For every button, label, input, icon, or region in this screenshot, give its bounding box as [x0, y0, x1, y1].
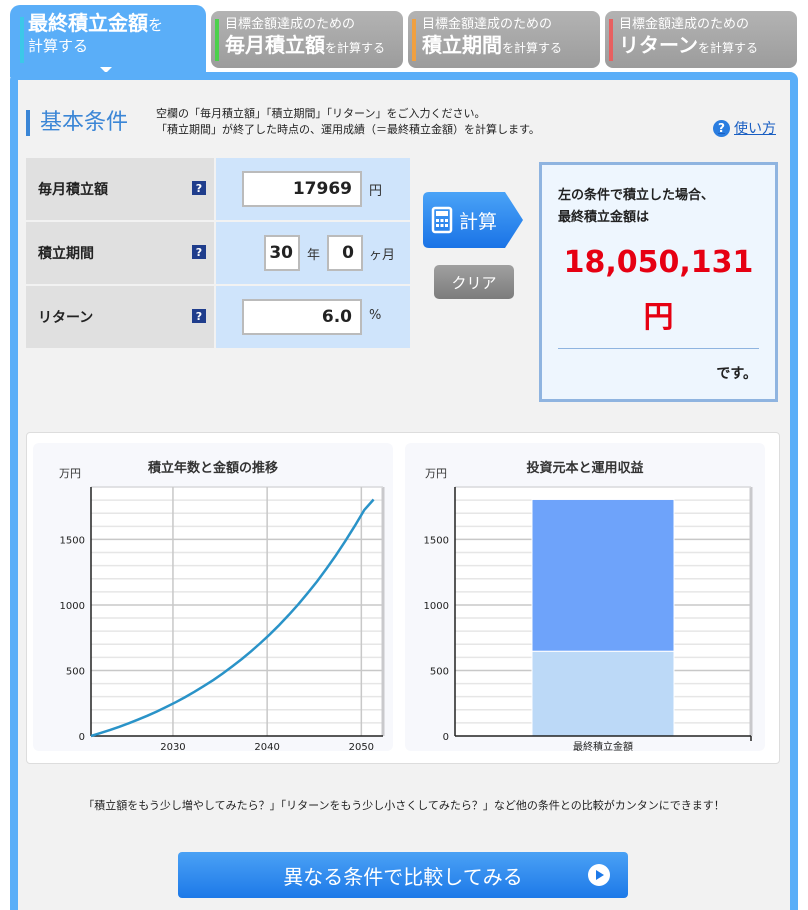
calculator-tabs: 最終積立金額を 計算する 目標金額達成のための 毎月積立額を計算する 目標金額達… — [10, 5, 800, 77]
x-category-label: 最終積立金額 — [573, 740, 633, 751]
tab-final-amount-sub: 計算する — [28, 37, 89, 55]
tab-subtitle: 目標金額達成のための — [619, 17, 750, 32]
tab-accent-bar — [609, 19, 613, 61]
help-link-label: 使い方 — [734, 121, 776, 137]
result-amount: 18,050,131 — [563, 245, 754, 280]
years-unit: 年 — [307, 248, 321, 263]
percent-unit: % — [369, 308, 382, 323]
y-tick-label: 0 — [443, 732, 449, 743]
result-divider — [558, 348, 759, 349]
x-tick-label: 2040 — [254, 742, 279, 751]
tab-period[interactable]: 目標金額達成のための 積立期間を計算する — [408, 11, 600, 68]
tab-subtitle: 目標金額達成のための — [422, 17, 553, 32]
result-caption-line: 左の条件で積立した場合、 — [558, 188, 715, 203]
period-months-input[interactable]: 0 — [327, 235, 363, 271]
help-icon[interactable]: ? — [192, 245, 206, 259]
calculate-button[interactable]: 計算 — [423, 192, 523, 248]
months-unit: ヶ月 — [369, 248, 396, 263]
tab-title: 毎月積立額を計算する — [225, 33, 386, 57]
calculate-button-label: 計算 — [459, 211, 498, 233]
charts-area: 積立年数と金額の推移 万円 0 500 1000 1500 2030 2040 2050 投… — [26, 432, 780, 764]
clear-button[interactable]: クリア — [434, 265, 514, 299]
help-icon[interactable]: ? — [192, 309, 206, 323]
plot-area — [91, 487, 383, 736]
row-monthly-amount: 毎月積立額 ? 17969 円 — [26, 158, 410, 220]
return-input[interactable]: 6.0 — [242, 299, 362, 335]
y-tick-label: 500 — [66, 666, 85, 677]
period-years-input[interactable]: 30 — [264, 235, 300, 271]
y-tick-label: 1500 — [60, 535, 85, 546]
row-return: リターン ? 6.0 % — [26, 286, 410, 348]
tab-final-amount-title: 最終積立金額を — [28, 11, 164, 35]
period-cell: 30 年 0 ヶ月 — [216, 222, 410, 284]
row-period: 積立期間 ? 30 年 0 ヶ月 — [26, 222, 410, 284]
calculator-panel: 基本条件 空欄の「毎月積立額」「積立期間」「リターン」をご入力ください。 「積立… — [10, 72, 798, 910]
return-cell: 6.0 % — [216, 286, 410, 348]
comparison-hint: 「積立額をもう少し増やしてみたら？」「リターンをもう少し小さくしてみたら？」など… — [83, 799, 725, 812]
calculator-body: 基本条件 空欄の「毎月積立額」「積立期間」「リターン」をご入力ください。 「積立… — [18, 80, 790, 910]
x-tick-label: 2050 — [349, 742, 374, 751]
description-line: 「積立期間」が終了した時点の、運用成績（＝最終積立金額）を計算します。 — [156, 123, 540, 136]
input-form: 毎月積立額 ? 17969 円 積立期間 ? 30 年 0 ヶ月 リターン ? … — [26, 158, 410, 352]
result-box: 左の条件で積立した場合、 最終積立金額は 18,050,131 円 です。 — [539, 162, 778, 402]
yen-unit: 円 — [369, 184, 383, 199]
result-caption-line: 最終積立金額は — [558, 210, 650, 225]
line-chart: 0 500 1000 1500 2030 2040 2050 — [60, 486, 385, 751]
bar-segment-earnings — [531, 498, 675, 652]
tab-accent-bar — [20, 17, 24, 63]
tab-final-amount[interactable]: 最終積立金額を 計算する — [10, 5, 206, 77]
y-tick-label: 500 — [430, 666, 449, 677]
bar-chart-panel: 投資元本と運用収益 万円 0 500 1000 1500 最終積立金額 — [405, 443, 765, 751]
result-currency: 円 — [643, 300, 674, 335]
monthly-amount-label: 毎月積立額 — [26, 158, 214, 220]
bar-segment-principal — [531, 650, 675, 737]
tab-monthly-amount[interactable]: 目標金額達成のための 毎月積立額を計算する — [211, 11, 403, 68]
help-link[interactable]: ? 使い方 — [713, 118, 776, 138]
tab-return[interactable]: 目標金額達成のための リターンを計算する — [605, 11, 797, 68]
help-icon[interactable]: ? — [192, 181, 206, 195]
y-tick-label: 1000 — [424, 601, 449, 612]
x-tick-label: 2030 — [160, 742, 185, 751]
period-label: 積立期間 — [26, 222, 214, 284]
tab-subtitle: 目標金額達成のための — [225, 17, 356, 32]
y-tick-label: 1500 — [424, 535, 449, 546]
section-description: 空欄の「毎月積立額」「積立期間」「リターン」をご入力ください。 「積立期間」が終… — [156, 106, 540, 138]
description-line: 空欄の「毎月積立額」「積立期間」「リターン」をご入力ください。 — [156, 107, 486, 120]
tab-accent-bar — [215, 19, 219, 61]
play-circle-icon — [588, 864, 610, 886]
compare-button-label: 異なる条件で比較してみる — [283, 864, 523, 889]
monthly-amount-cell: 17969 円 — [216, 158, 410, 220]
result-suffix: です。 — [716, 366, 757, 382]
line-chart-panel: 積立年数と金額の推移 万円 0 500 1000 1500 2030 2040 2050 — [33, 443, 393, 751]
tab-title: 積立期間を計算する — [422, 33, 563, 57]
monthly-amount-input[interactable]: 17969 — [242, 171, 362, 207]
tab-title: リターンを計算する — [619, 33, 759, 57]
tab-accent-bar — [412, 19, 416, 61]
bar-chart: 0 500 1000 1500 最終積立金額 — [424, 486, 753, 751]
y-tick-label: 0 — [79, 732, 85, 743]
result-caption: 左の条件で積立した場合、 最終積立金額は — [558, 185, 714, 229]
help-circle-icon: ? — [713, 119, 730, 137]
section-title: 基本条件 — [26, 110, 128, 136]
compare-button[interactable]: 異なる条件で比較してみる — [178, 852, 628, 898]
y-tick-label: 1000 — [60, 601, 85, 612]
return-label: リターン — [26, 286, 214, 348]
